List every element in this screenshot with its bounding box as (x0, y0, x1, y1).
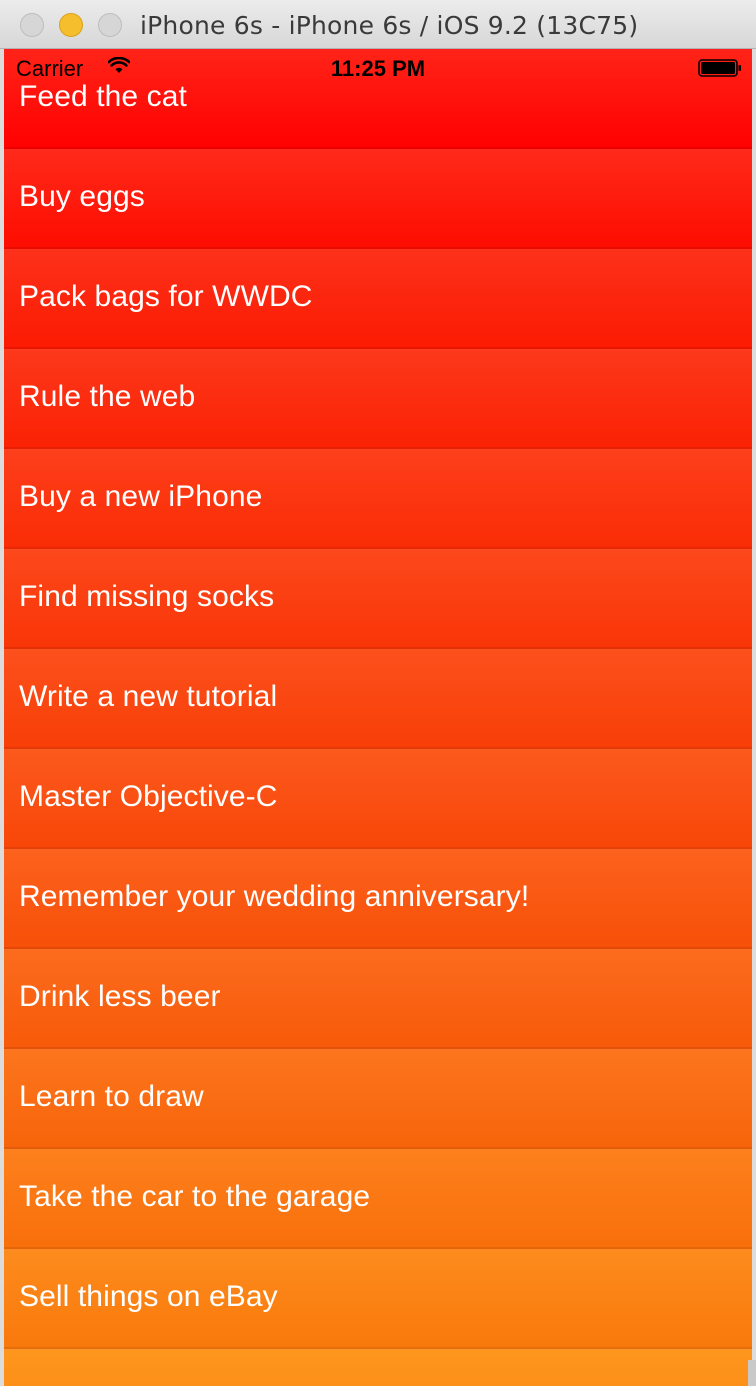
todo-item-label: Learn to draw (19, 1080, 204, 1113)
todo-row[interactable]: Master Objective-C (4, 749, 752, 849)
todo-item-label: Buy eggs (19, 180, 145, 213)
todo-row[interactable]: Take the car to the garage (4, 1149, 752, 1249)
todo-row[interactable]: Buy eggs (4, 149, 752, 249)
todo-row[interactable]: Learn to draw (4, 1049, 752, 1149)
status-time: 11:25 PM (330, 56, 426, 81)
window-titlebar[interactable]: iPhone 6s - iPhone 6s / iOS 9.2 (13C75) (0, 0, 756, 49)
todo-item-label: Drink less beer (19, 980, 221, 1013)
device-screen: Feed the cat Buy eggs Pack bags for WWDC Ru… (4, 49, 752, 1386)
battery-icon (698, 59, 742, 77)
todo-row[interactable]: Drink less beer (4, 949, 752, 1049)
todo-item-label: Find missing socks (19, 580, 275, 613)
close-window-button[interactable] (20, 13, 44, 37)
todo-list[interactable]: Feed the cat Buy eggs Pack bags for WWDC Ru… (4, 49, 752, 1386)
status-bar: Carrier 11:25 PM (4, 49, 752, 89)
todo-row[interactable]: Sell things on eBay (4, 1249, 752, 1349)
todo-row[interactable]: Find missing socks (4, 549, 752, 649)
todo-row[interactable]: Write a new tutorial (4, 649, 752, 749)
todo-item-label: Sell things on eBay (19, 1280, 278, 1313)
todo-item-label: Remember your wedding anniversary! (19, 880, 530, 913)
todo-item-label: Buy a new iPhone (19, 480, 263, 513)
todo-row[interactable]: Buy a new iPhone (4, 449, 752, 549)
todo-row[interactable] (4, 1349, 752, 1386)
todo-item-label: Rule the web (19, 380, 196, 413)
simulator-window: iPhone 6s - iPhone 6s / iOS 9.2 (13C75) … (0, 0, 756, 1386)
todo-row[interactable]: Pack bags for WWDC (4, 249, 752, 349)
window-title: iPhone 6s - iPhone 6s / iOS 9.2 (13C75) (140, 11, 639, 40)
minimize-window-button[interactable] (59, 13, 83, 37)
todo-item-label: Master Objective-C (19, 780, 278, 813)
todo-row[interactable]: Rule the web (4, 349, 752, 449)
todo-row[interactable]: Remember your wedding anniversary! (4, 849, 752, 949)
zoom-window-button[interactable] (98, 13, 122, 37)
todo-item-label: Write a new tutorial (19, 680, 278, 713)
todo-item-label: Take the car to the garage (19, 1180, 371, 1213)
todo-item-label: Pack bags for WWDC (19, 280, 313, 313)
desktop-background (748, 1360, 756, 1386)
